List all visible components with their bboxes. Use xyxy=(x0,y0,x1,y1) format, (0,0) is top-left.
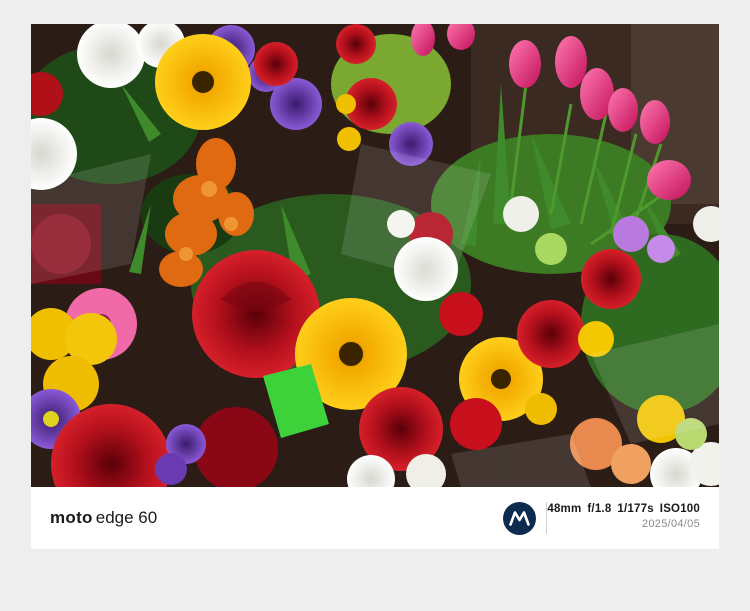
flower-photo xyxy=(31,24,719,487)
motorola-logo-icon xyxy=(503,502,536,535)
brand-name: moto xyxy=(50,508,93,527)
model-name: edge 60 xyxy=(95,508,158,527)
flower-photo-artwork xyxy=(31,24,719,487)
focal-length: 48mm xyxy=(547,503,582,515)
exif-info: 48mm f/1.8 1/177s ISO100 2025/04/05 xyxy=(547,503,700,530)
watermark-bar: moto edge 60 48mm f/1.8 1/177s ISO100 2025/0… xyxy=(31,487,719,549)
shutter-speed: 1/177s xyxy=(617,503,654,515)
exif-params: 48mm f/1.8 1/177s ISO100 xyxy=(547,503,700,515)
iso-value: ISO100 xyxy=(659,503,700,515)
aperture: f/1.8 xyxy=(587,503,612,515)
device-name: moto edge 60 xyxy=(50,508,157,528)
photo-frame: moto edge 60 48mm f/1.8 1/177s ISO100 2025/0… xyxy=(31,24,719,549)
capture-date: 2025/04/05 xyxy=(641,518,700,530)
